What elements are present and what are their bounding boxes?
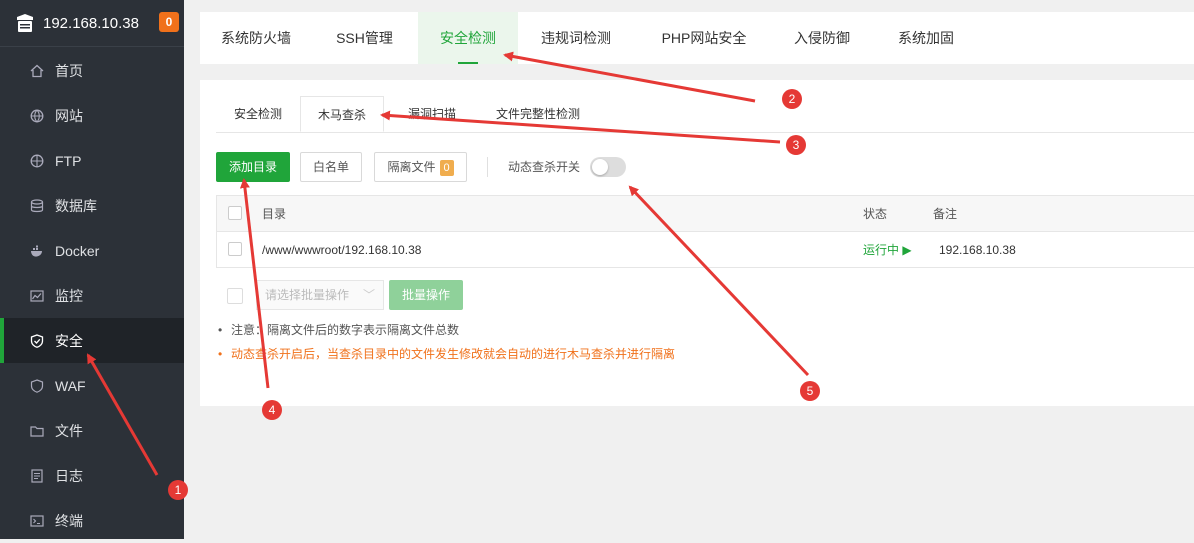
- sidebar-item-label: 首页: [55, 62, 83, 79]
- sidebar-item-label: 终端: [55, 512, 83, 529]
- globe-icon: [30, 109, 44, 123]
- tab-php-site-security[interactable]: PHP网站安全: [634, 12, 774, 64]
- sidebar-item-database[interactable]: 数据库: [0, 183, 184, 228]
- batch-action-button[interactable]: 批量操作: [389, 280, 463, 310]
- tab-intrusion-defense[interactable]: 入侵防御: [774, 12, 870, 64]
- batch-select-checkbox[interactable]: [227, 288, 243, 304]
- server-logo-icon: [17, 14, 33, 32]
- terminal-icon: [30, 514, 44, 528]
- ftp-icon: [30, 154, 44, 168]
- tab-security-check[interactable]: 安全检测: [418, 12, 518, 64]
- annotation-marker-4: 4: [262, 400, 282, 420]
- database-icon: [30, 198, 44, 213]
- toolbar-divider: [487, 157, 488, 177]
- notes-list: 注意：隔离文件后的数字表示隔离文件总数 动态查杀开启后，当查杀目录中的文件发生修…: [218, 318, 675, 366]
- tab-system-hardening[interactable]: 系统加固: [870, 12, 982, 64]
- batch-select-placeholder: 请选择批量操作: [265, 288, 350, 302]
- add-directory-button[interactable]: 添加目录: [216, 152, 290, 182]
- note-quarantine-count: 注意：隔离文件后的数字表示隔离文件总数: [218, 318, 675, 342]
- quarantine-files-button[interactable]: 隔离文件 0: [374, 152, 467, 182]
- column-header-remark: 备注: [933, 207, 958, 221]
- subtab-trojan-scan[interactable]: 木马查杀: [300, 96, 384, 132]
- sidebar-item-security[interactable]: 安全: [0, 318, 184, 363]
- table-row[interactable]: /www/wwwroot/192.168.10.38 运行中 ▶ 192.168…: [217, 232, 1194, 268]
- row-status[interactable]: 运行中 ▶: [863, 232, 912, 268]
- log-icon: [30, 468, 44, 483]
- sidebar-item-website[interactable]: 网站: [0, 93, 184, 138]
- toggle-knob: [592, 159, 608, 175]
- table-header: 目录 状态 备注: [217, 196, 1194, 232]
- waf-icon: [30, 378, 44, 393]
- quarantine-count-badge: 0: [439, 159, 454, 176]
- subtab-file-integrity[interactable]: 文件完整性检测: [478, 96, 598, 132]
- annotation-marker-1: 1: [168, 480, 188, 500]
- security-top-tabs: 系统防火墙 SSH管理 安全检测 违规词检测 PHP网站安全 入侵防御 系统加固: [200, 12, 1194, 64]
- row-checkbox[interactable]: [228, 242, 242, 256]
- sidebar-item-label: FTP: [55, 152, 82, 169]
- sidebar-item-docker[interactable]: Docker: [0, 228, 184, 273]
- home-icon: [30, 64, 44, 78]
- annotation-marker-3: 3: [786, 135, 806, 155]
- docker-icon: [30, 244, 44, 258]
- sidebar-item-waf[interactable]: WAF: [0, 363, 184, 408]
- sidebar-item-ftp[interactable]: FTP: [0, 138, 184, 183]
- sidebar-item-label: 监控: [55, 287, 83, 304]
- sidebar-item-terminal[interactable]: 终端: [0, 498, 184, 543]
- notification-badge[interactable]: 0: [159, 12, 179, 32]
- column-header-dir: 目录: [262, 207, 287, 221]
- sidebar-item-label: 网站: [55, 107, 83, 124]
- batch-action-select[interactable]: 请选择批量操作 ﹀: [256, 280, 384, 310]
- subtab-security-check[interactable]: 安全检测: [216, 96, 300, 132]
- sidebar: 192.168.10.38 0 首页 网站 FTP 数据库 Docker 监控 …: [0, 0, 184, 539]
- row-directory: /www/wwwroot/192.168.10.38: [262, 243, 422, 257]
- dynamic-scan-label: 动态查杀开关: [508, 160, 581, 174]
- dynamic-scan-toggle[interactable]: [590, 157, 626, 177]
- quarantine-label: 隔离文件: [387, 160, 436, 174]
- select-all-checkbox[interactable]: [228, 206, 242, 220]
- sidebar-header: 192.168.10.38 0: [0, 0, 184, 47]
- sidebar-item-files[interactable]: 文件: [0, 408, 184, 453]
- tab-ssh-management[interactable]: SSH管理: [312, 12, 417, 64]
- sidebar-item-label: 安全: [55, 332, 83, 349]
- column-header-status: 状态: [863, 207, 888, 221]
- monitor-icon: [30, 289, 44, 303]
- annotation-marker-2: 2: [782, 89, 802, 109]
- shield-icon: [30, 333, 44, 348]
- whitelist-button[interactable]: 白名单: [300, 152, 362, 182]
- server-host[interactable]: 192.168.10.38: [43, 15, 139, 32]
- sidebar-item-monitor[interactable]: 监控: [0, 273, 184, 318]
- sub-tabs: 安全检测 木马查杀 漏洞扫描 文件完整性检测: [216, 96, 1194, 133]
- tab-banned-words[interactable]: 违规词检测: [518, 12, 634, 64]
- sidebar-item-label: 文件: [55, 422, 83, 439]
- tab-system-firewall[interactable]: 系统防火墙: [200, 12, 312, 64]
- scan-directory-table: 目录 状态 备注 /www/wwwroot/192.168.10.38 运行中 …: [216, 195, 1194, 268]
- sidebar-item-label: 日志: [55, 467, 83, 484]
- subtab-vuln-scan[interactable]: 漏洞扫描: [392, 96, 472, 132]
- folder-icon: [30, 424, 44, 438]
- sidebar-item-label: Docker: [55, 242, 100, 259]
- row-remark: 192.168.10.38: [939, 243, 1016, 257]
- sidebar-item-home[interactable]: 首页: [0, 48, 184, 93]
- sidebar-item-logs[interactable]: 日志: [0, 453, 184, 498]
- annotation-marker-5: 5: [800, 381, 820, 401]
- sidebar-item-label: WAF: [55, 377, 86, 394]
- note-dynamic-scan: 动态查杀开启后，当查杀目录中的文件发生修改就会自动的进行木马查杀并进行隔离: [218, 342, 675, 366]
- sidebar-item-label: 数据库: [55, 197, 97, 214]
- chevron-down-icon: ﹀: [362, 288, 375, 302]
- trojan-scan-panel: 安全检测 木马查杀 漏洞扫描 文件完整性检测 添加目录 白名单 隔离文件 0 动态…: [200, 80, 1194, 406]
